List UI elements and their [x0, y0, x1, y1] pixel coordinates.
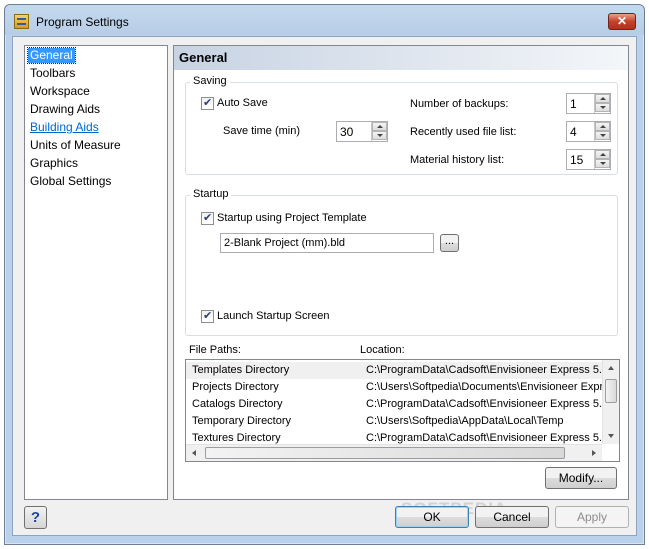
startup-template-checkbox[interactable] — [201, 211, 214, 225]
nav-item-units-of-measure[interactable]: Units of Measure — [28, 138, 123, 153]
recent-files-up-button[interactable] — [595, 122, 610, 131]
program-settings-window: Program Settings ✕ General Toolbars Work… — [4, 4, 645, 545]
scroll-right-arrow-icon[interactable] — [592, 450, 596, 456]
backups-stepper[interactable]: 1 — [566, 93, 611, 114]
horizontal-scrollbar[interactable] — [186, 444, 602, 461]
material-history-down-button[interactable] — [595, 159, 610, 168]
browse-template-button[interactable]: ... — [440, 234, 459, 252]
location-column-header: Location: — [360, 344, 405, 356]
recent-files-stepper[interactable]: 4 — [566, 121, 611, 142]
save-time-value[interactable]: 30 — [340, 125, 353, 139]
dialog-client-area: General Toolbars Workspace Drawing Aids … — [12, 36, 637, 536]
help-button[interactable]: ? — [24, 506, 47, 529]
path-name: Projects Directory — [192, 381, 279, 393]
backups-up-button[interactable] — [595, 94, 610, 103]
recent-files-value[interactable]: 4 — [570, 125, 577, 139]
save-time-stepper[interactable]: 30 — [336, 121, 388, 142]
window-title: Program Settings — [36, 15, 129, 29]
vertical-scrollbar[interactable] — [602, 360, 619, 444]
startup-template-label: Startup using Project Template — [217, 212, 367, 224]
auto-save-label: Auto Save — [217, 97, 268, 109]
nav-item-global-settings[interactable]: Global Settings — [28, 174, 113, 189]
scroll-down-arrow-icon[interactable] — [608, 434, 614, 438]
path-location: C:\Users\Softpedia\Documents\Envisioneer… — [366, 381, 603, 393]
general-settings-panel: General Saving Auto Save Save time (min)… — [173, 45, 629, 500]
panel-title: General — [174, 46, 628, 70]
apply-button[interactable]: Apply — [555, 506, 629, 528]
launch-startup-screen-label: Launch Startup Screen — [217, 310, 330, 322]
backups-value[interactable]: 1 — [570, 97, 577, 111]
saving-group: Saving Auto Save Save time (min) 30 Numb… — [185, 75, 618, 175]
cancel-button[interactable]: Cancel — [475, 506, 549, 528]
save-time-label: Save time (min) — [223, 125, 301, 137]
path-location: C:\ProgramData\Cadsoft\Envisioneer Expre… — [366, 398, 603, 410]
launch-startup-screen-checkbox[interactable] — [201, 309, 214, 323]
save-time-up-button[interactable] — [372, 122, 387, 131]
nav-item-workspace[interactable]: Workspace — [28, 84, 92, 99]
material-history-value[interactable]: 15 — [570, 153, 583, 167]
path-location: C:\ProgramData\Cadsoft\Envisioneer Expre… — [366, 364, 603, 376]
list-item[interactable]: Temporary Directory C:\Users\Softpedia\A… — [186, 413, 602, 430]
project-template-field[interactable]: 2-Blank Project (mm).bld — [220, 233, 434, 253]
material-history-label: Material history list: — [410, 154, 505, 166]
nav-item-toolbars[interactable]: Toolbars — [28, 66, 77, 81]
material-history-stepper[interactable]: 15 — [566, 149, 611, 170]
startup-group-title: Startup — [190, 188, 232, 200]
list-item[interactable]: Projects Directory C:\Users\Softpedia\Do… — [186, 379, 603, 396]
path-name: Templates Directory — [192, 364, 290, 376]
settings-category-list[interactable]: General Toolbars Workspace Drawing Aids … — [24, 45, 168, 500]
scroll-left-arrow-icon[interactable] — [192, 450, 196, 456]
path-location: C:\Users\Softpedia\AppData\Local\Temp — [366, 415, 564, 427]
recent-files-down-button[interactable] — [595, 131, 610, 140]
nav-item-drawing-aids[interactable]: Drawing Aids — [28, 102, 102, 117]
nav-item-graphics[interactable]: Graphics — [28, 156, 80, 171]
modify-button[interactable]: Modify... — [545, 467, 617, 489]
backups-label: Number of backups: — [410, 98, 509, 110]
backups-down-button[interactable] — [595, 103, 610, 112]
file-paths-list[interactable]: Templates Directory C:\ProgramData\Cadso… — [185, 359, 620, 462]
path-name: Catalogs Directory — [192, 398, 283, 410]
path-name: Temporary Directory — [192, 415, 292, 427]
title-bar[interactable]: Program Settings ✕ — [5, 5, 644, 35]
ok-button[interactable]: OK — [395, 506, 469, 528]
nav-item-building-aids[interactable]: Building Aids — [28, 120, 101, 135]
scroll-up-arrow-icon[interactable] — [608, 366, 614, 370]
vertical-scroll-thumb[interactable] — [605, 379, 617, 403]
horizontal-scroll-thumb[interactable] — [205, 447, 565, 459]
list-item[interactable]: Templates Directory C:\ProgramData\Cadso… — [186, 362, 603, 379]
recent-files-label: Recently used file list: — [410, 126, 517, 138]
auto-save-checkbox[interactable] — [201, 96, 214, 110]
file-paths-column-header: File Paths: — [189, 344, 241, 356]
app-icon — [14, 14, 29, 29]
material-history-up-button[interactable] — [595, 150, 610, 159]
startup-group: Startup Startup using Project Template 2… — [185, 188, 618, 336]
saving-group-title: Saving — [190, 75, 230, 87]
close-button[interactable]: ✕ — [608, 13, 636, 30]
nav-item-general[interactable]: General — [27, 47, 76, 64]
save-time-down-button[interactable] — [372, 131, 387, 140]
list-item[interactable]: Catalogs Directory C:\ProgramData\Cadsof… — [186, 396, 603, 413]
